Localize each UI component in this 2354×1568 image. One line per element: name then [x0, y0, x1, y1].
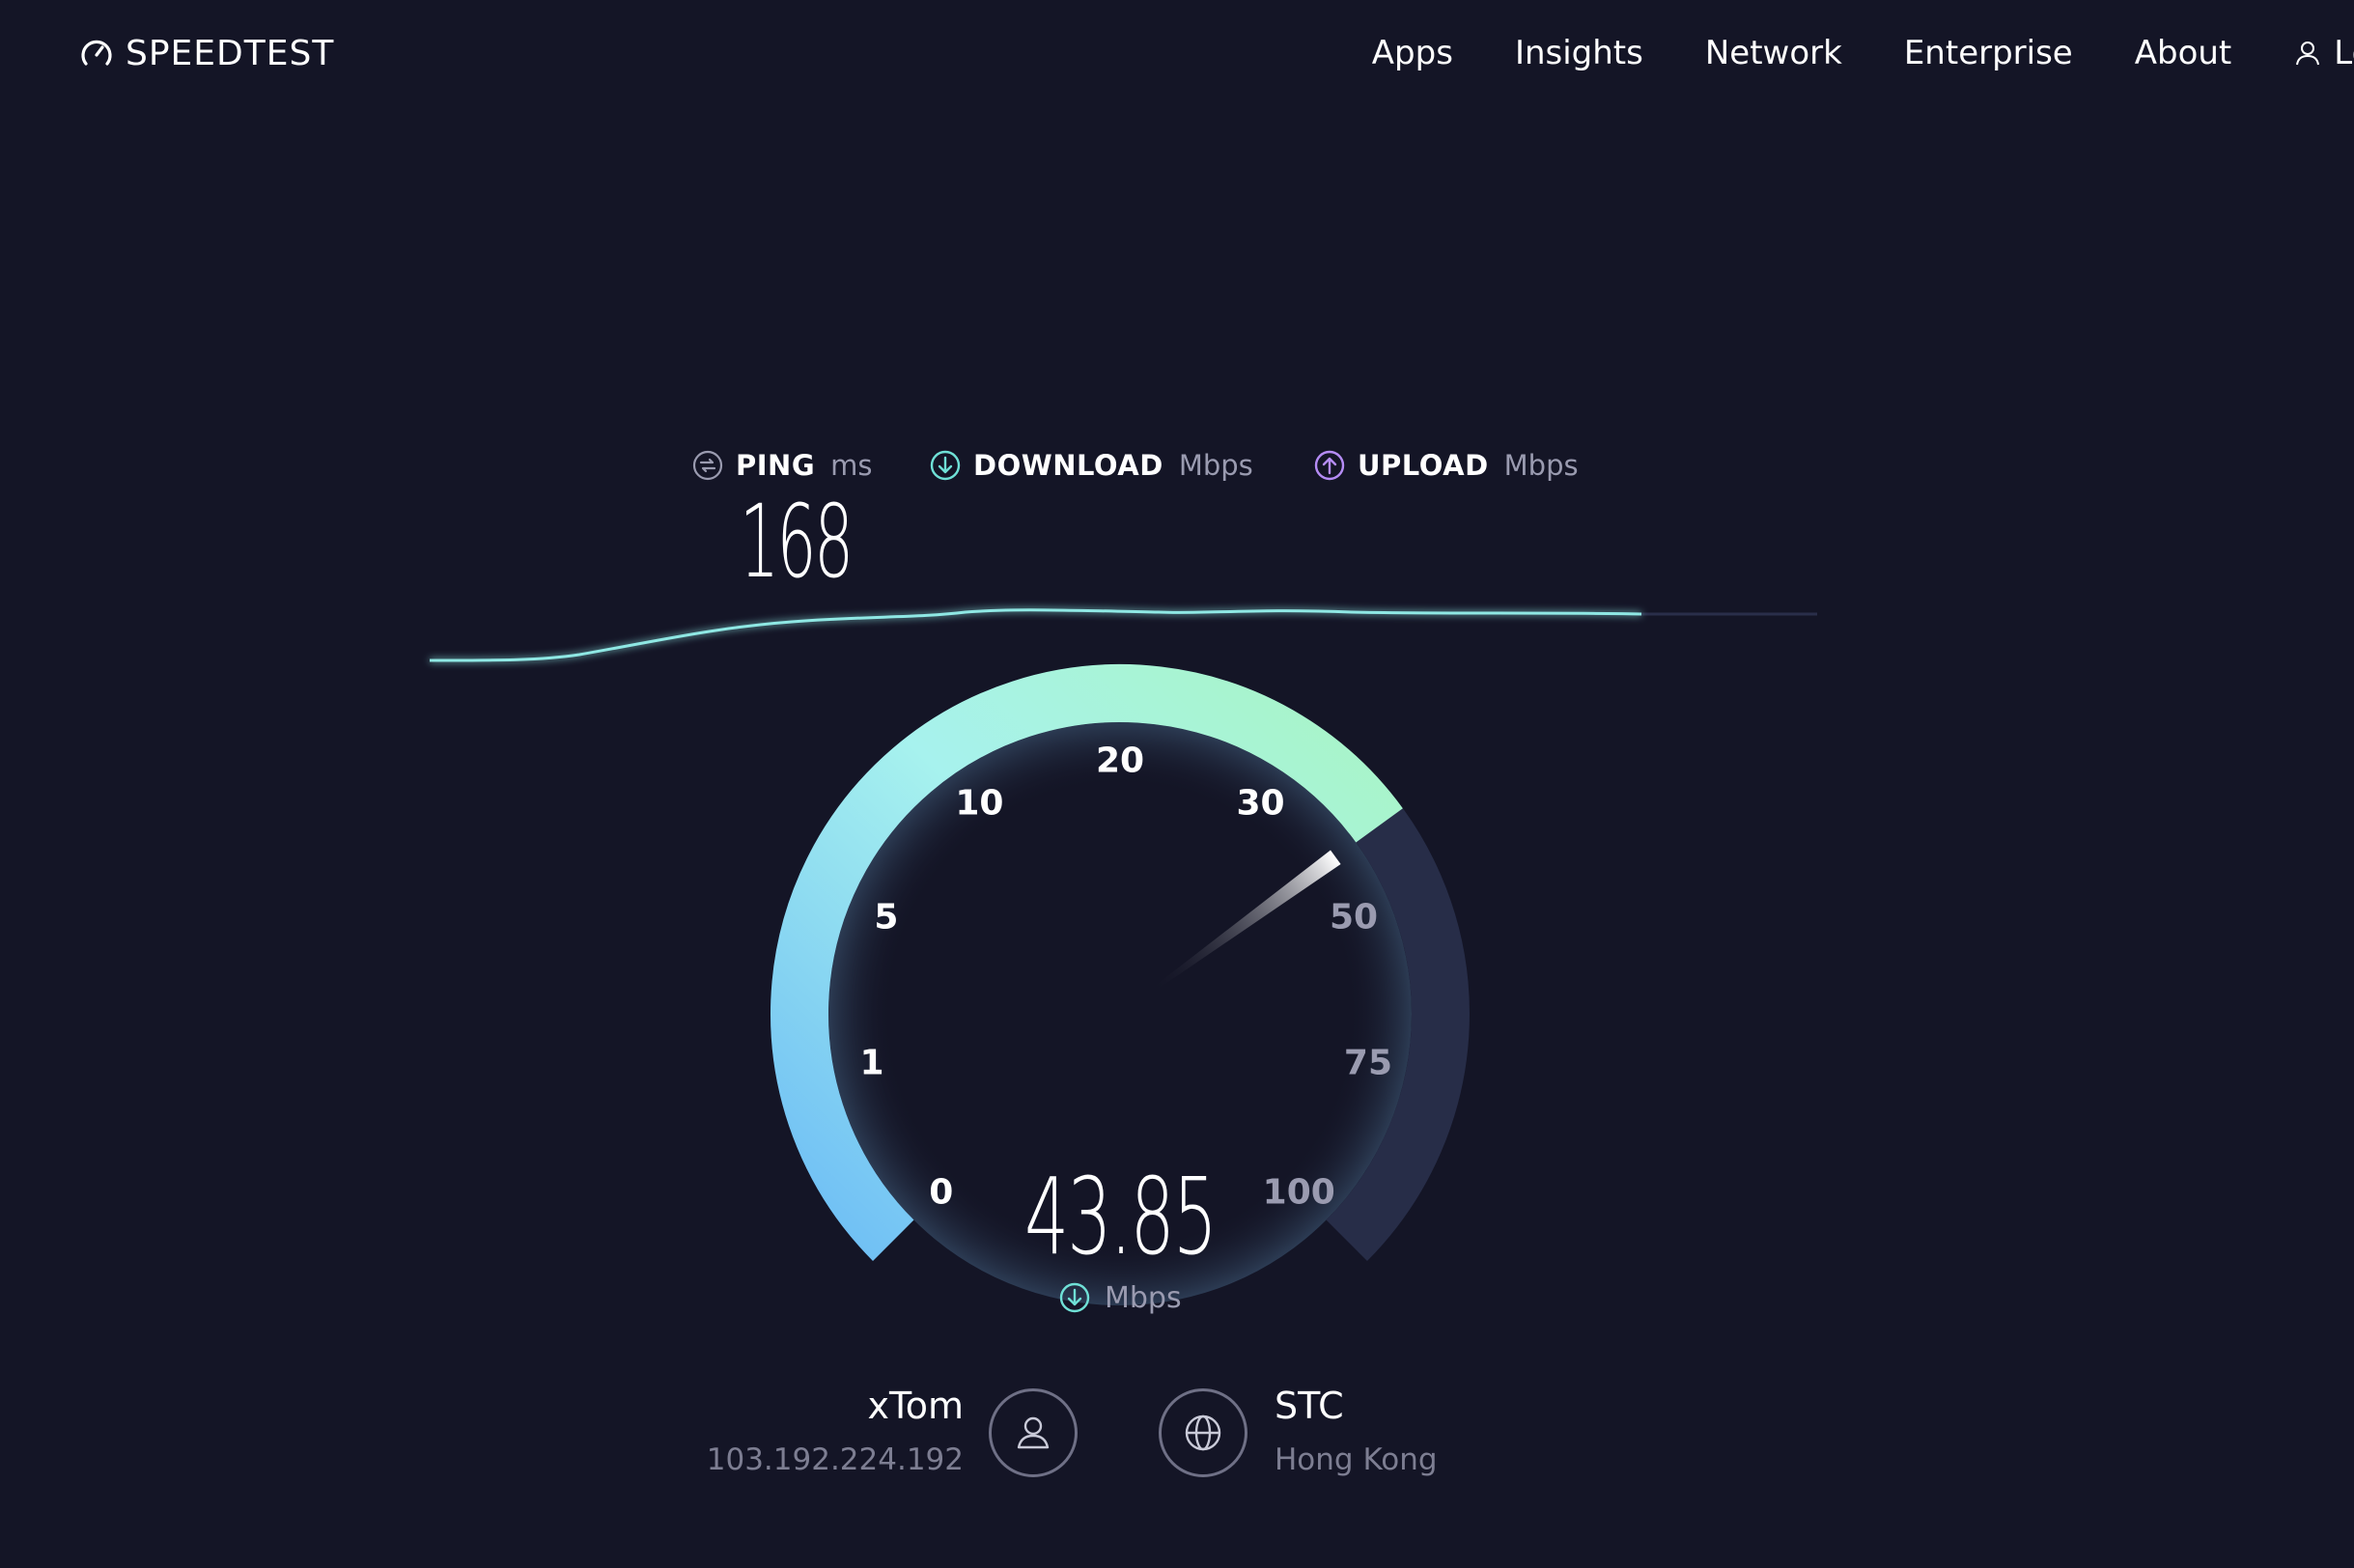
gauge-tick-label: 1	[859, 1043, 884, 1083]
nav-insights[interactable]: Insights	[1515, 34, 1643, 72]
upload-unit: Mbps	[1503, 449, 1579, 482]
speed-unit-label: Mbps	[1105, 1280, 1182, 1315]
login-label: Log	[2334, 34, 2354, 72]
ping-label: PING	[736, 449, 816, 482]
gauge-tick-label: 100	[1262, 1172, 1335, 1213]
gauge-icon	[81, 40, 112, 66]
download-icon	[1059, 1282, 1090, 1313]
nav-network[interactable]: Network	[1705, 34, 1842, 72]
globe-icon	[1185, 1414, 1221, 1451]
upload-metric: UPLOAD Mbps	[1313, 446, 1579, 485]
download-label: DOWNLOAD	[973, 449, 1163, 482]
download-icon	[930, 450, 961, 481]
user-icon	[2296, 42, 2320, 66]
server-button[interactable]	[1159, 1388, 1247, 1477]
speedtest-logo[interactable]: SPEEDTEST	[77, 29, 334, 77]
current-speed-value: 43.85	[1024, 1155, 1218, 1278]
gauge-tick-label: 30	[1236, 783, 1285, 824]
nav-enterprise[interactable]: Enterprise	[1904, 34, 2073, 72]
login-link[interactable]: Log	[2293, 34, 2354, 72]
nav-apps[interactable]: Apps	[1372, 34, 1453, 72]
speedtest-page: SPEEDTEST Apps Insights Network Enterpri…	[0, 0, 2354, 1568]
gauge-tick-label: 0	[929, 1172, 954, 1213]
upload-label: UPLOAD	[1358, 449, 1489, 482]
download-metric: DOWNLOAD Mbps	[929, 446, 1253, 485]
isp-button[interactable]	[989, 1388, 1078, 1477]
ping-value: 168	[740, 483, 854, 601]
server-name[interactable]: STC	[1275, 1385, 1344, 1427]
gauge-needle	[1150, 850, 1341, 994]
nav-about[interactable]: About	[2135, 34, 2232, 72]
isp-name: xTom	[867, 1385, 964, 1427]
server-location: Hong Kong	[1275, 1442, 1438, 1477]
current-speed-unit: Mbps	[1058, 1278, 1182, 1317]
ping-icon	[692, 450, 723, 481]
speed-gauge	[429, 608, 1817, 1305]
gauge-tick-label: 20	[1095, 741, 1145, 781]
logo-text: SPEEDTEST	[126, 33, 335, 73]
gauge-tick-label: 5	[874, 897, 899, 938]
main-nav: Apps Insights Network Enterprise About L…	[1372, 29, 2354, 77]
download-unit: Mbps	[1178, 449, 1253, 482]
ping-metric: PING ms	[691, 446, 872, 485]
gauge-tick-label: 75	[1343, 1043, 1393, 1083]
gauge-tick-label: 10	[955, 783, 1004, 824]
upload-icon	[1314, 450, 1345, 481]
ping-unit: ms	[830, 449, 873, 482]
download-graph-line	[429, 608, 1642, 662]
gauge-tick-label: 50	[1329, 897, 1379, 938]
isp-ip: 103.192.224.192	[706, 1442, 964, 1477]
user-icon	[1017, 1416, 1050, 1449]
